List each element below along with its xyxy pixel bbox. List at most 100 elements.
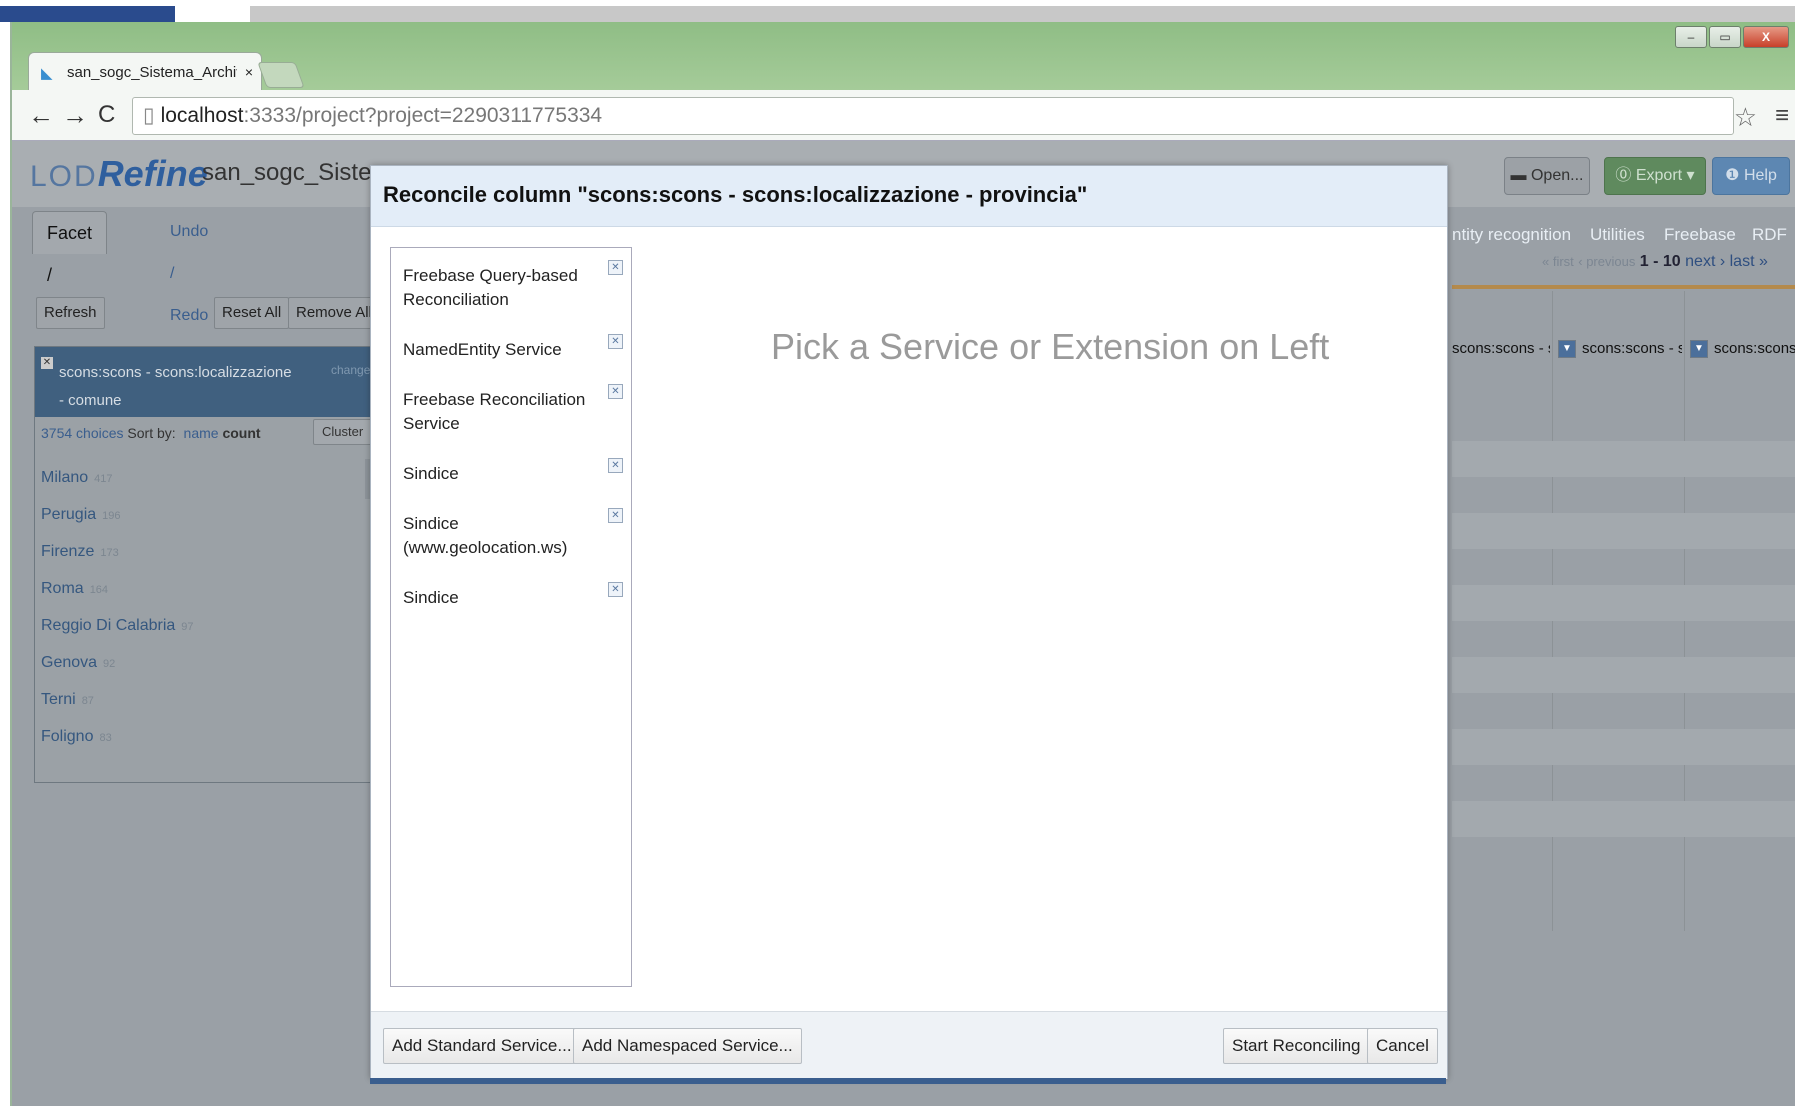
facet-item[interactable]: Roma 164: [35, 570, 365, 607]
table-row: [1452, 801, 1795, 837]
folder-icon: ▬: [1510, 167, 1531, 184]
cancel-button[interactable]: Cancel: [1367, 1028, 1438, 1064]
cluster-button[interactable]: Cluster: [313, 419, 373, 445]
table-row: [1452, 513, 1795, 549]
service-item[interactable]: Sindice ✕: [391, 446, 631, 496]
address-bar[interactable]: ▯ localhost:3333/project?project=22903117…: [132, 97, 1734, 135]
export-icon: ⓪: [1615, 167, 1636, 184]
add-standard-service-button[interactable]: Add Standard Service...: [383, 1028, 581, 1064]
service-placeholder: Pick a Service or Extension on Left: [771, 326, 1330, 367]
pager-previous[interactable]: ‹ previous: [1578, 254, 1635, 269]
service-item[interactable]: Sindice ✕: [391, 570, 631, 620]
facet-item[interactable]: Foligno 83: [35, 718, 365, 755]
back-icon[interactable]: ←: [28, 100, 54, 130]
facet-item[interactable]: Firenze 173: [35, 533, 365, 570]
service-item[interactable]: Freebase Reconciliation Service ✕: [391, 372, 631, 446]
remove-icon[interactable]: ✕: [608, 384, 623, 399]
service-item[interactable]: Freebase Query-based Reconciliation ✕: [391, 248, 631, 322]
table-row: [1452, 729, 1795, 765]
tab-title: san_sogc_Sistema_Archivi: [67, 63, 237, 81]
service-item[interactable]: Sindice (www.geolocation.ws) ✕: [391, 496, 631, 570]
remove-icon[interactable]: ✕: [608, 508, 623, 523]
dialog-bottom-bar: [370, 1078, 1446, 1084]
start-reconciling-button[interactable]: Start Reconciling: [1223, 1028, 1370, 1064]
minimize-button[interactable]: –: [1675, 26, 1707, 48]
sort-by-name[interactable]: name: [184, 425, 219, 441]
table-row: [1452, 585, 1795, 621]
forward-icon[interactable]: →: [62, 100, 88, 130]
browser-tab[interactable]: ◣ san_sogc_Sistema_Archivi ×: [28, 52, 262, 91]
grid-top-border: [1452, 285, 1795, 289]
remove-icon[interactable]: ✕: [608, 582, 623, 597]
top-strip-blue: [0, 6, 175, 22]
tab-facet-filter[interactable]: Facet / Filter: [32, 211, 108, 327]
export-button[interactable]: ⓪ Export ▾: [1604, 157, 1706, 195]
app-logo: LODRefine: [30, 153, 208, 194]
close-icon[interactable]: ✕: [41, 357, 53, 369]
facet-header: ✕ scons:scons - scons:localizzazione - c…: [35, 347, 381, 417]
pager-range: 1 - 10: [1639, 253, 1681, 270]
menu-entity-recognition[interactable]: ntity recognition: [1452, 225, 1571, 245]
window-controls: – ▭ X: [1675, 26, 1789, 48]
dialog-header: Reconcile column "scons:scons - scons:lo…: [371, 166, 1447, 227]
open-button[interactable]: ▬ Open...: [1504, 157, 1590, 195]
facet-item[interactable]: Genova 92: [35, 644, 365, 681]
service-item[interactable]: NamedEntity Service ✕: [391, 322, 631, 372]
pager-next[interactable]: next ›: [1685, 253, 1725, 270]
browser-toolbar: ← → C ▯ localhost:3333/project?project=22…: [12, 90, 1795, 141]
url-path: :3333/project?project=2290311775334: [243, 104, 603, 127]
remove-icon[interactable]: ✕: [608, 334, 623, 349]
menu-icon[interactable]: ≡: [1775, 102, 1789, 130]
facet-item[interactable]: Perugia 196: [35, 496, 365, 533]
menu-utilities[interactable]: Utilities: [1590, 225, 1645, 245]
sort-by-count[interactable]: count: [222, 425, 260, 441]
facet-meta: 3754 choices Sort by: name count: [41, 425, 261, 441]
reconcile-dialog: Reconcile column "scons:scons - scons:lo…: [370, 165, 1448, 1079]
top-strip-gray: [250, 6, 1795, 22]
favicon-icon: ◣: [41, 65, 53, 82]
facet-list: Milano 417 Perugia 196 Firenze 173 Roma 164 …: [35, 459, 365, 755]
remove-icon[interactable]: ✕: [608, 458, 623, 473]
page-icon: ▯: [143, 104, 155, 127]
reload-icon[interactable]: C: [98, 100, 115, 130]
add-namespaced-service-button[interactable]: Add Namespaced Service...: [573, 1028, 802, 1064]
new-tab-button[interactable]: [257, 62, 305, 88]
menu-rdf[interactable]: RDF: [1752, 225, 1787, 245]
remove-all-button[interactable]: Remove All: [288, 297, 380, 329]
dropdown-icon[interactable]: ▼: [1558, 340, 1576, 359]
facet-choices[interactable]: 3754 choices: [41, 425, 124, 441]
service-list: Freebase Query-based Reconciliation ✕ Nam…: [390, 247, 632, 987]
help-icon: ❶: [1725, 167, 1744, 184]
left-panel: Facet / Filter Undo / Redo 0 Refresh Res…: [22, 211, 382, 1106]
column-header[interactable]: scons:scons - s: [1452, 333, 1550, 365]
dropdown-icon[interactable]: ▼: [1690, 340, 1708, 359]
dialog-footer: Add Standard Service... Add Namespaced S…: [371, 1011, 1447, 1079]
pager: « first ‹ previous 1 - 10 next › last »: [1542, 253, 1768, 271]
facet-change-link[interactable]: change: [331, 363, 370, 377]
column-header[interactable]: ▼ scons:scons: [1690, 333, 1795, 365]
reset-all-button[interactable]: Reset All: [214, 297, 290, 329]
project-name[interactable]: san_sogc_Sistema_: [202, 159, 382, 187]
menu-freebase[interactable]: Freebase: [1664, 225, 1736, 245]
pager-first[interactable]: « first: [1542, 254, 1574, 269]
star-icon[interactable]: ☆: [1734, 102, 1757, 133]
refresh-button[interactable]: Refresh: [36, 297, 105, 329]
help-button[interactable]: ❶ Help: [1712, 157, 1790, 195]
facet-title: scons:scons - scons:localizzazione - com…: [59, 364, 292, 409]
window-close-button[interactable]: X: [1743, 26, 1789, 48]
facet-item[interactable]: Terni 87: [35, 681, 365, 718]
facet-item[interactable]: Reggio Di Calabria 97: [35, 607, 365, 644]
remove-icon[interactable]: ✕: [608, 260, 623, 275]
sort-by-label: Sort by:: [127, 425, 176, 441]
facet-box: ✕ scons:scons - scons:localizzazione - c…: [34, 346, 382, 783]
pager-last[interactable]: last »: [1730, 253, 1768, 270]
maximize-button[interactable]: ▭: [1709, 26, 1741, 48]
table-row: [1452, 657, 1795, 693]
facet-item[interactable]: Milano 417: [35, 459, 365, 496]
table-row: [1452, 441, 1795, 477]
tab-undo-redo[interactable]: Undo / Redo 0: [156, 211, 222, 365]
tab-close-icon[interactable]: ×: [237, 64, 261, 80]
top-strip: [0, 0, 1795, 22]
column-header[interactable]: ▼ scons:scons - s: [1558, 333, 1682, 365]
url-host: localhost: [160, 104, 244, 127]
